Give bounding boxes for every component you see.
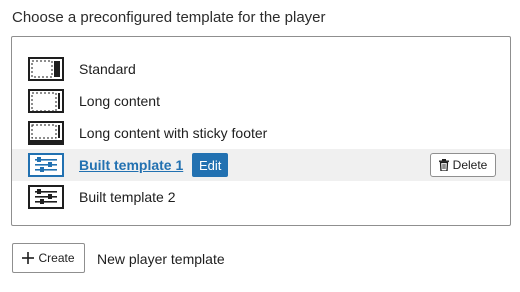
create-description: New player template: [97, 251, 225, 267]
template-list: Standard Long content Long content with …: [11, 36, 511, 226]
template-label: Long content with sticky footer: [79, 125, 268, 141]
delete-label: Delete: [452, 158, 488, 172]
template-label-link[interactable]: Built template 1: [79, 157, 183, 173]
template-option-built-2[interactable]: Built template 2: [12, 181, 510, 213]
template-label: Built template 2: [79, 189, 176, 205]
trash-icon: [438, 159, 449, 171]
long-content-layout-icon: [28, 89, 64, 113]
template-option-sticky-footer[interactable]: Long content with sticky footer: [12, 117, 510, 149]
template-option-standard[interactable]: Standard: [12, 53, 510, 85]
edit-button[interactable]: Edit: [192, 153, 229, 177]
delete-button[interactable]: Delete: [430, 153, 496, 177]
sliders-icon: [28, 153, 64, 177]
template-label: Standard: [79, 61, 136, 77]
sticky-footer-layout-icon: [28, 121, 64, 145]
template-chooser-heading: Choose a preconfigured template for the …: [12, 9, 326, 26]
sliders-icon: [28, 185, 64, 209]
standard-layout-icon: [28, 57, 64, 81]
template-label: Long content: [79, 93, 160, 109]
template-option-long-content[interactable]: Long content: [12, 85, 510, 117]
create-label: Create: [38, 251, 75, 265]
plus-icon: [22, 252, 35, 264]
create-button[interactable]: Create: [12, 243, 85, 273]
template-option-built-1[interactable]: Built template 1 Edit Delete: [12, 149, 510, 181]
